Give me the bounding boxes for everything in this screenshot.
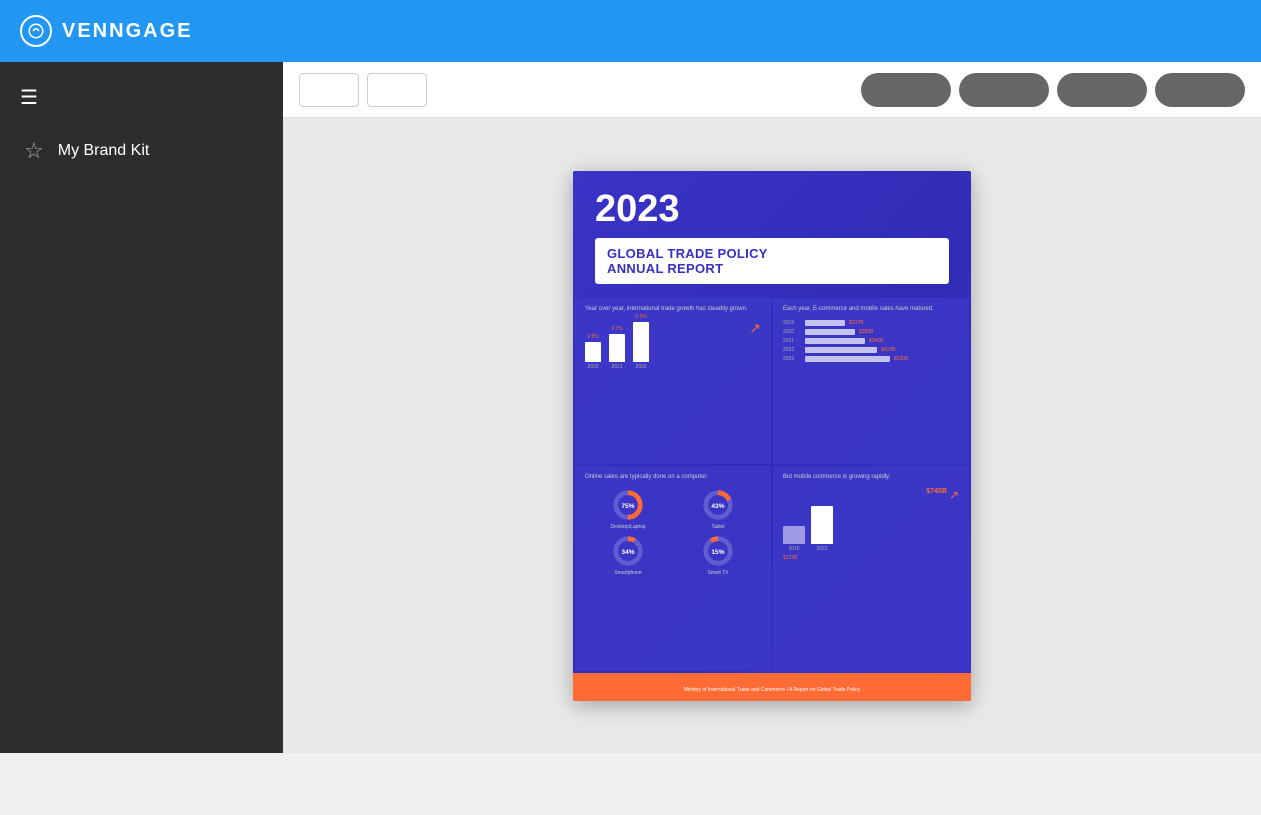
- donut-desktop-label: Desktop/Laptop: [610, 524, 645, 530]
- growth-label-2015: 2015: [783, 546, 805, 552]
- bar-2020-label: 2020: [587, 364, 598, 370]
- donut-smartphone-label: Smartphone: [614, 570, 641, 576]
- bar-2020: 2.5% 2020: [585, 334, 601, 370]
- infographic-content: 2023 GLOBAL TRADE POLICY ANNUAL REPORT Y…: [573, 171, 971, 701]
- growth-label-2022: 2022: [811, 546, 833, 552]
- hbar-2020: 2020 $280B: [783, 329, 959, 335]
- bar-2022-pct: 5.2%: [635, 314, 646, 320]
- svg-text:75%: 75%: [621, 503, 634, 510]
- donut-tablet: 43% Tablet: [675, 488, 761, 530]
- donut-smartphone: 34% Smartphone: [585, 534, 671, 576]
- bar-2021-rect: [609, 334, 625, 362]
- growth-bars: [783, 504, 959, 544]
- infographic-year: 2023: [595, 189, 949, 231]
- infographic-header: 2023 GLOBAL TRADE POLICY ANNUAL REPORT: [573, 171, 971, 297]
- toolbar-button-4[interactable]: [959, 73, 1049, 107]
- hamburger-icon: ☰: [20, 88, 38, 108]
- bar-2021: 3.7% 2021: [609, 326, 625, 370]
- infographic-title-line2: ANNUAL REPORT: [607, 261, 937, 276]
- growth-val-2022: $745B: [926, 488, 947, 502]
- hbar-2023: 2023 $530B: [783, 356, 959, 362]
- section4-cell: But mobile commerce is growing rapidly. …: [773, 466, 969, 670]
- section2-title: Each year, E-commerce and mobile sales h…: [783, 306, 959, 314]
- growth-bar-2015: [783, 526, 805, 544]
- svg-text:15%: 15%: [711, 549, 724, 556]
- section4-title: But mobile commerce is growing rapidly.: [783, 474, 959, 482]
- hamburger-button[interactable]: ☰: [0, 78, 283, 118]
- section1-title: Year over year, international trade grow…: [585, 306, 761, 314]
- bar-2022: 5.2% 2022: [633, 314, 649, 370]
- infographic-title-card: GLOBAL TRADE POLICY ANNUAL REPORT: [595, 238, 949, 284]
- bar-2021-label: 2021: [611, 364, 622, 370]
- brand-kit-label: My Brand Kit: [58, 142, 150, 160]
- bar-2021-pct: 3.7%: [611, 326, 622, 332]
- section4-growth-chart: $745B ↗: [783, 488, 959, 561]
- infographic-footer: Ministry of International Trade and Comm…: [573, 673, 971, 701]
- bar-2022-rect: [633, 322, 649, 362]
- logo-area: VENNGAGE: [20, 15, 192, 47]
- donut-tablet-svg: 43%: [701, 488, 735, 522]
- growth-val-2015: $133B: [783, 555, 797, 561]
- growth-bar-labels: 2015 2022: [783, 546, 959, 552]
- section3-title: Online sales are typically done on a com…: [585, 474, 761, 482]
- toolbar-button-5[interactable]: [1057, 73, 1147, 107]
- infographic-footer-text: Ministry of International Trade and Comm…: [684, 687, 860, 693]
- donut-desktop: 75% Desktop/Laptop: [585, 488, 671, 530]
- donut-smarttv-svg: 15%: [701, 534, 735, 568]
- section1-cell: Year over year, international trade grow…: [575, 298, 771, 464]
- sidebar: ☰ ☆ My Brand Kit: [0, 62, 283, 753]
- donut-desktop-svg: 75%: [611, 488, 645, 522]
- toolbar: [283, 62, 1261, 118]
- hbar-2021: 2021 $340B: [783, 338, 959, 344]
- donut-smarttv: 15% Smart TV: [675, 534, 761, 576]
- hbar-2022: 2022 $410B: [783, 347, 959, 353]
- infographic-data-grid: Year over year, international trade grow…: [573, 296, 971, 672]
- donut-grid: 75% Desktop/Laptop 43%: [585, 488, 761, 576]
- toolbar-button-1[interactable]: [299, 73, 359, 107]
- logo-text: VENNGAGE: [62, 20, 192, 43]
- donut-smarttv-label: Smart TV: [707, 570, 728, 576]
- bar-2020-rect: [585, 342, 601, 362]
- section3-cell: Online sales are typically done on a com…: [575, 466, 771, 670]
- svg-text:34%: 34%: [621, 549, 634, 556]
- logo-icon: [20, 15, 52, 47]
- infographic-title-line1: GLOBAL TRADE POLICY: [607, 246, 937, 261]
- donut-tablet-label: Tablet: [711, 524, 724, 530]
- hbar-2019: 2019 $237B: [783, 320, 959, 326]
- section2-h-bar-list: 2019 $237B 2020 $280B 2021: [783, 320, 959, 362]
- growth-arrow-icon: ↗: [949, 488, 959, 502]
- infographic-preview: 2023 GLOBAL TRADE POLICY ANNUAL REPORT Y…: [573, 171, 971, 701]
- bar-2022-label: 2022: [635, 364, 646, 370]
- main-content: 2023 GLOBAL TRADE POLICY ANNUAL REPORT Y…: [283, 62, 1261, 753]
- toolbar-button-3[interactable]: [861, 73, 951, 107]
- svg-text:43%: 43%: [711, 503, 724, 510]
- section1-bar-chart: 2.5% 2020 3.7% 2021 5.2%: [585, 320, 761, 370]
- donut-smartphone-svg: 34%: [611, 534, 645, 568]
- toolbar-right-buttons: [861, 73, 1245, 107]
- growth-bar-2022: [811, 506, 833, 544]
- toolbar-button-2[interactable]: [367, 73, 427, 107]
- trend-arrow-icon: ↗: [749, 320, 761, 337]
- canvas-area: 2023 GLOBAL TRADE POLICY ANNUAL REPORT Y…: [283, 118, 1261, 753]
- brand-kit-nav-item[interactable]: ☆ My Brand Kit: [0, 126, 283, 176]
- section2-cell: Each year, E-commerce and mobile sales h…: [773, 298, 969, 464]
- top-navigation: VENNGAGE: [0, 0, 1261, 62]
- star-icon: ☆: [24, 138, 44, 164]
- bar-2020-pct: 2.5%: [587, 334, 598, 340]
- toolbar-button-6[interactable]: [1155, 73, 1245, 107]
